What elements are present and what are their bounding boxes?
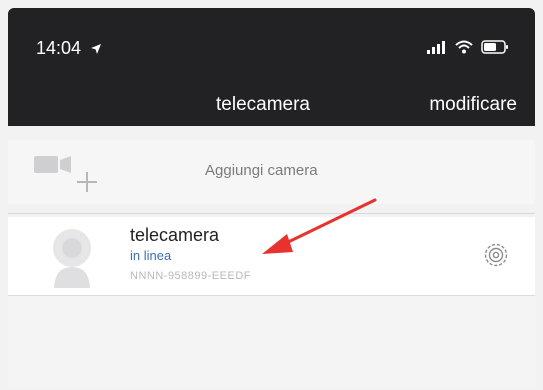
red-arrow-icon xyxy=(262,198,377,254)
wifi-icon xyxy=(455,40,473,54)
camera-status-online: in linea xyxy=(130,248,172,263)
camera-avatar-icon xyxy=(53,229,91,288)
status-indicators xyxy=(427,40,509,54)
battery-icon xyxy=(481,40,508,54)
add-camera-label: Aggiungi camera xyxy=(205,162,318,179)
camera-device-id: NNNN-958899-EEEDF xyxy=(130,270,251,282)
signal-icon xyxy=(427,41,445,54)
nav-title: telecamera xyxy=(216,94,310,115)
status-time: 14:04 xyxy=(36,38,102,59)
status-time-text: 14:04 xyxy=(36,38,82,58)
location-arrow-icon xyxy=(91,44,102,55)
header-bar: 14:04 telecamera modificare xyxy=(8,8,535,126)
edit-button[interactable]: modificare xyxy=(429,94,517,116)
video-camera-plus-icon xyxy=(34,156,97,192)
empty-list-area xyxy=(8,296,535,386)
camera-name: telecamera xyxy=(130,225,220,245)
gear-icon[interactable] xyxy=(482,241,510,269)
app-screen: 14:04 telecamera modificare Aggiungi cam… xyxy=(0,0,543,390)
